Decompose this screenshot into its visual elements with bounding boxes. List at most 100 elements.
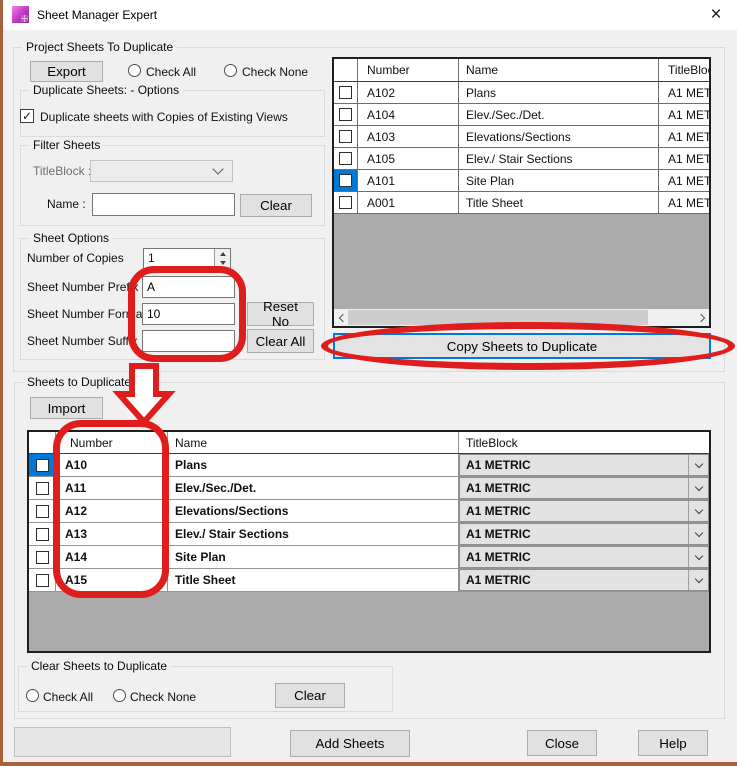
- cell-titleblock[interactable]: A1 METRIC: [659, 170, 709, 191]
- row-checkbox[interactable]: [35, 458, 49, 472]
- scrollbar-thumb[interactable]: [348, 310, 648, 325]
- titleblock-dropdown[interactable]: A1 METRIC: [459, 546, 709, 568]
- close-button[interactable]: Close: [527, 730, 597, 756]
- reset-no-button[interactable]: Reset No: [247, 299, 314, 329]
- row-checkbox[interactable]: [35, 527, 49, 541]
- cell-titleblock[interactable]: A1 METRIC: [459, 454, 709, 476]
- spin-down-icon[interactable]: [215, 258, 230, 268]
- check-none-radio-top[interactable]: [224, 64, 237, 77]
- horizontal-scrollbar[interactable]: [334, 309, 709, 326]
- row-select-cell[interactable]: [334, 104, 358, 125]
- cell-titleblock[interactable]: A1 METRIC: [659, 126, 709, 147]
- titleblock-dropdown[interactable]: A1 METRIC: [459, 454, 709, 476]
- cell-sheet-name[interactable]: Site Plan: [459, 170, 659, 191]
- titleblock-dropdown[interactable]: A1 METRIC: [459, 523, 709, 545]
- row-select-cell[interactable]: [334, 126, 358, 147]
- row-checkbox[interactable]: [35, 573, 49, 587]
- check-all-radio-bottom[interactable]: [26, 689, 39, 702]
- cell-titleblock[interactable]: A1 METRIC: [459, 477, 709, 499]
- prefix-input[interactable]: [142, 276, 235, 298]
- row-select-cell[interactable]: [29, 500, 56, 522]
- titleblock-dropdown[interactable]: A1 METRIC: [459, 569, 709, 591]
- cell-sheet-number[interactable]: A001: [358, 192, 459, 213]
- row-select-cell[interactable]: [334, 192, 358, 213]
- row-checkbox[interactable]: [339, 196, 352, 209]
- cell-sheet-number[interactable]: A103: [358, 126, 459, 147]
- cell-sheet-number[interactable]: A12: [56, 500, 168, 522]
- copy-sheets-button[interactable]: Copy Sheets to Duplicate: [333, 333, 711, 359]
- scroll-right-icon[interactable]: [694, 309, 709, 326]
- cell-sheet-number[interactable]: A10: [56, 454, 168, 476]
- cell-sheet-number[interactable]: A13: [56, 523, 168, 545]
- row-checkbox[interactable]: [35, 550, 49, 564]
- cell-sheet-name[interactable]: Site Plan: [168, 546, 459, 568]
- cell-sheet-name[interactable]: Plans: [459, 82, 659, 103]
- row-select-cell[interactable]: [29, 477, 56, 499]
- cell-sheet-name[interactable]: Elevations/Sections: [459, 126, 659, 147]
- help-button[interactable]: Help: [638, 730, 708, 756]
- titleblock-filter-dropdown[interactable]: [90, 160, 233, 182]
- select-column-header[interactable]: [29, 432, 56, 453]
- cell-titleblock[interactable]: A1 METRIC: [659, 104, 709, 125]
- cell-sheet-name[interactable]: Elev./ Stair Sections: [168, 523, 459, 545]
- row-checkbox[interactable]: [35, 504, 49, 518]
- cell-titleblock[interactable]: A1 METRIC: [459, 569, 709, 591]
- row-checkbox[interactable]: [339, 174, 352, 187]
- row-checkbox[interactable]: [339, 152, 352, 165]
- row-checkbox[interactable]: [35, 481, 49, 495]
- cell-sheet-name[interactable]: Elevations/Sections: [168, 500, 459, 522]
- titleblock-column-header[interactable]: TitleBlock: [459, 432, 709, 453]
- check-none-radio-bottom[interactable]: [113, 689, 126, 702]
- cell-sheet-name[interactable]: Title Sheet: [168, 569, 459, 591]
- titleblock-dropdown[interactable]: A1 METRIC: [459, 500, 709, 522]
- copies-spinner[interactable]: 1: [143, 248, 231, 269]
- cell-titleblock[interactable]: A1 METRIC: [459, 546, 709, 568]
- filter-clear-button[interactable]: Clear: [240, 194, 312, 217]
- scroll-left-icon[interactable]: [334, 309, 349, 326]
- name-column-header[interactable]: Name: [168, 432, 459, 453]
- row-checkbox[interactable]: [339, 130, 352, 143]
- row-select-cell[interactable]: [29, 523, 56, 545]
- row-select-cell[interactable]: [29, 454, 56, 476]
- cell-sheet-name[interactable]: Elev./ Stair Sections: [459, 148, 659, 169]
- duplicate-views-checkbox[interactable]: ✓: [20, 109, 34, 123]
- row-checkbox[interactable]: [339, 108, 352, 121]
- select-column-header[interactable]: [334, 59, 358, 81]
- row-select-cell[interactable]: [334, 82, 358, 103]
- cell-sheet-name[interactable]: Title Sheet: [459, 192, 659, 213]
- cell-sheet-number[interactable]: A105: [358, 148, 459, 169]
- row-checkbox[interactable]: [339, 86, 352, 99]
- import-button[interactable]: Import: [30, 397, 103, 419]
- name-column-header[interactable]: Name: [459, 59, 659, 81]
- cell-sheet-number[interactable]: A15: [56, 569, 168, 591]
- clear-all-button[interactable]: Clear All: [247, 329, 314, 353]
- row-select-cell[interactable]: [334, 170, 358, 191]
- row-select-cell[interactable]: [334, 148, 358, 169]
- titleblock-dropdown[interactable]: A1 METRIC: [459, 477, 709, 499]
- cell-titleblock[interactable]: A1 METRIC: [659, 82, 709, 103]
- cell-sheet-name[interactable]: Elev./Sec./Det.: [168, 477, 459, 499]
- spin-up-icon[interactable]: [215, 249, 230, 259]
- clear-duplicates-button[interactable]: Clear: [275, 683, 345, 708]
- number-column-header[interactable]: Number: [358, 59, 459, 81]
- check-all-radio-top[interactable]: [128, 64, 141, 77]
- suffix-input[interactable]: [142, 330, 235, 352]
- name-filter-input[interactable]: [92, 193, 235, 216]
- cell-titleblock[interactable]: A1 METRIC: [659, 192, 709, 213]
- row-select-cell[interactable]: [29, 569, 56, 591]
- cell-sheet-number[interactable]: A11: [56, 477, 168, 499]
- cell-titleblock[interactable]: A1 METRIC: [459, 523, 709, 545]
- close-icon[interactable]: ×: [703, 2, 729, 28]
- cell-sheet-number[interactable]: A102: [358, 82, 459, 103]
- cell-titleblock[interactable]: A1 METRIC: [659, 148, 709, 169]
- number-column-header[interactable]: Number: [56, 432, 168, 453]
- cell-sheet-number[interactable]: A101: [358, 170, 459, 191]
- cell-sheet-number[interactable]: A14: [56, 546, 168, 568]
- cell-sheet-name[interactable]: Elev./Sec./Det.: [459, 104, 659, 125]
- cell-sheet-name[interactable]: Plans: [168, 454, 459, 476]
- format-input[interactable]: [142, 303, 235, 325]
- row-select-cell[interactable]: [29, 546, 56, 568]
- titleblock-column-header[interactable]: TitleBlock: [659, 59, 709, 81]
- cell-sheet-number[interactable]: A104: [358, 104, 459, 125]
- add-sheets-button[interactable]: Add Sheets: [290, 730, 410, 757]
